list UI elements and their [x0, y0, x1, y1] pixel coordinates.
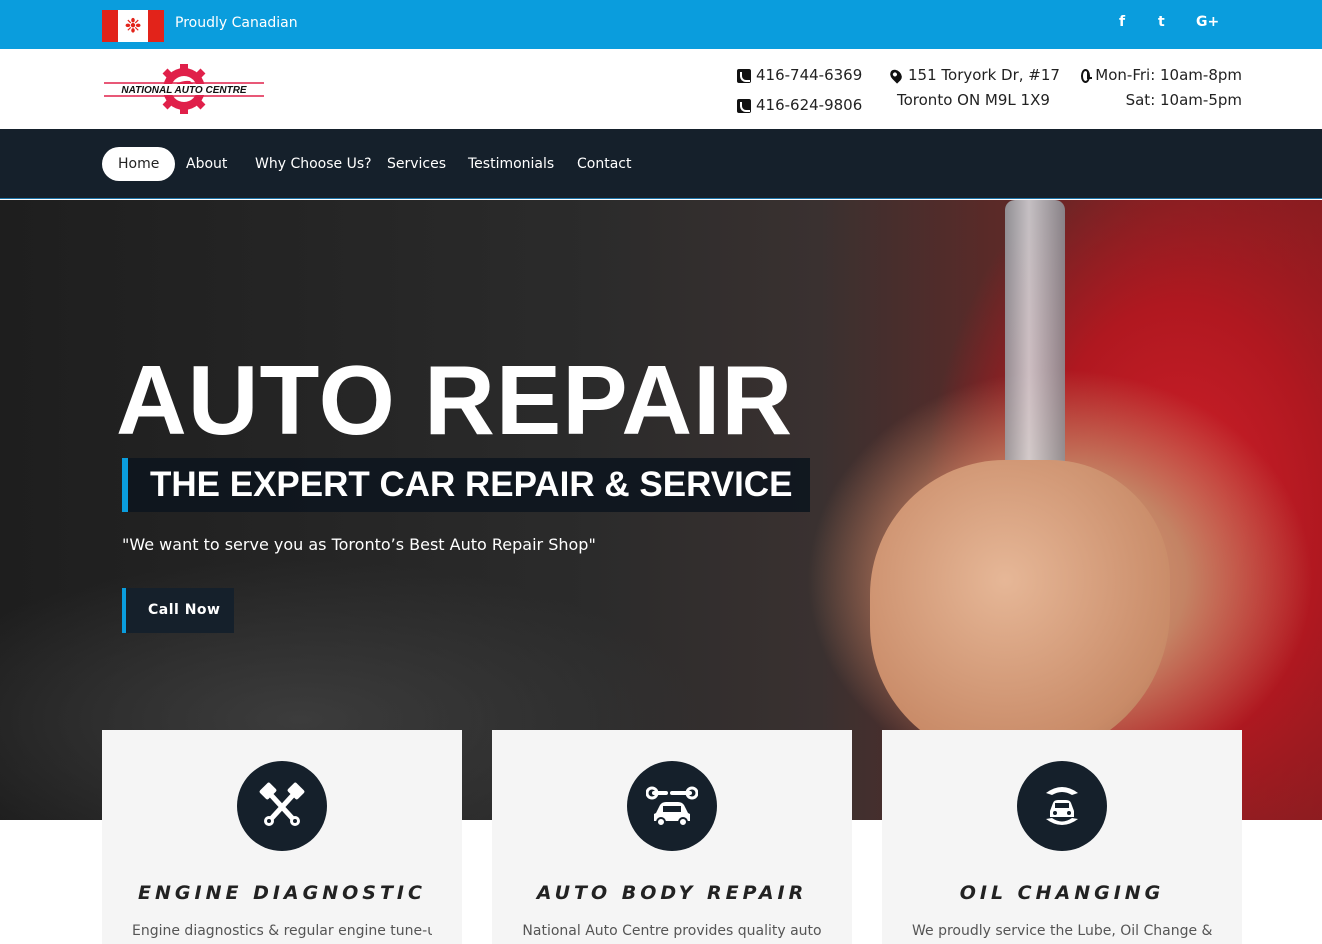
clock-icon	[1081, 68, 1093, 83]
phone-list: 416-744-6369 416-624-9806	[737, 63, 862, 118]
hand-image	[870, 460, 1170, 760]
hours: Mon-Fri: 10am-8pm Sat: 10am-5pm	[1081, 63, 1242, 113]
service-card-engine[interactable]: ENGINE DIAGNOSTIC Engine diagnostics & r…	[102, 730, 462, 944]
nav-about[interactable]: About	[170, 147, 243, 181]
map-pin-icon	[887, 67, 905, 84]
phone-icon	[737, 68, 751, 83]
nav-contact[interactable]: Contact	[561, 147, 647, 181]
top-bar: ❉ Proudly Canadian f t G+	[0, 0, 1322, 49]
address-line-2: Toronto ON M9L 1X9	[897, 91, 1050, 109]
pistons-icon	[237, 761, 327, 851]
nav-why-choose-us[interactable]: Why Choose Us?	[239, 147, 388, 181]
header: NATIONAL AUTO CENTRE 416-744-6369 416-62…	[0, 49, 1322, 129]
card-text: National Auto Centre provides quality au…	[522, 923, 822, 939]
nav-home[interactable]: Home	[102, 147, 176, 181]
car-hands-icon	[1017, 761, 1107, 851]
card-text: Engine diagnostics & regular engine tune…	[132, 923, 432, 939]
call-now-button[interactable]: Call Now	[122, 588, 234, 633]
tagline: Proudly Canadian	[175, 15, 298, 31]
phone-2[interactable]: 416-624-9806	[756, 93, 862, 118]
car-wrench-icon	[627, 761, 717, 851]
phone-icon	[737, 98, 751, 113]
hero-subtitle: THE EXPERT CAR REPAIR & SERVICE	[150, 465, 793, 504]
google-plus-icon[interactable]: G+	[1196, 14, 1219, 30]
facebook-icon[interactable]: f	[1119, 14, 1125, 30]
phone-1[interactable]: 416-744-6369	[756, 63, 862, 88]
address-line-1: 151 Toryork Dr, #17	[908, 66, 1060, 84]
hero-subtitle-box: THE EXPERT CAR REPAIR & SERVICE	[122, 458, 810, 512]
card-text: We proudly service the Lube, Oil Change …	[912, 923, 1212, 939]
service-card-oil[interactable]: OIL CHANGING We proudly service the Lube…	[882, 730, 1242, 944]
card-title: OIL CHANGING	[959, 882, 1165, 904]
card-title: AUTO BODY REPAIR	[536, 882, 808, 904]
hero-quote: "We want to serve you as Toronto’s Best …	[122, 535, 596, 554]
nav-testimonials[interactable]: Testimonials	[452, 147, 570, 181]
hours-saturday: Sat: 10am-5pm	[1125, 91, 1242, 109]
canada-flag-icon: ❉	[102, 10, 164, 42]
service-card-body[interactable]: AUTO BODY REPAIR National Auto Centre pr…	[492, 730, 852, 944]
address: 151 Toryork Dr, #17 Toronto ON M9L 1X9	[887, 63, 1060, 113]
main-nav: Home About Why Choose Us? Services Testi…	[0, 129, 1322, 199]
card-title: ENGINE DIAGNOSTIC	[138, 882, 426, 904]
hero-banner: AUTO REPAIR THE EXPERT CAR REPAIR & SERV…	[0, 200, 1322, 820]
logo-text: NATIONAL AUTO CENTRE	[121, 85, 247, 96]
hours-weekday: Mon-Fri: 10am-8pm	[1095, 66, 1242, 84]
hero-title: AUTO REPAIR	[116, 345, 794, 455]
logo[interactable]: NATIONAL AUTO CENTRE	[104, 62, 264, 116]
nav-services[interactable]: Services	[371, 147, 462, 181]
twitter-icon[interactable]: t	[1158, 14, 1165, 30]
